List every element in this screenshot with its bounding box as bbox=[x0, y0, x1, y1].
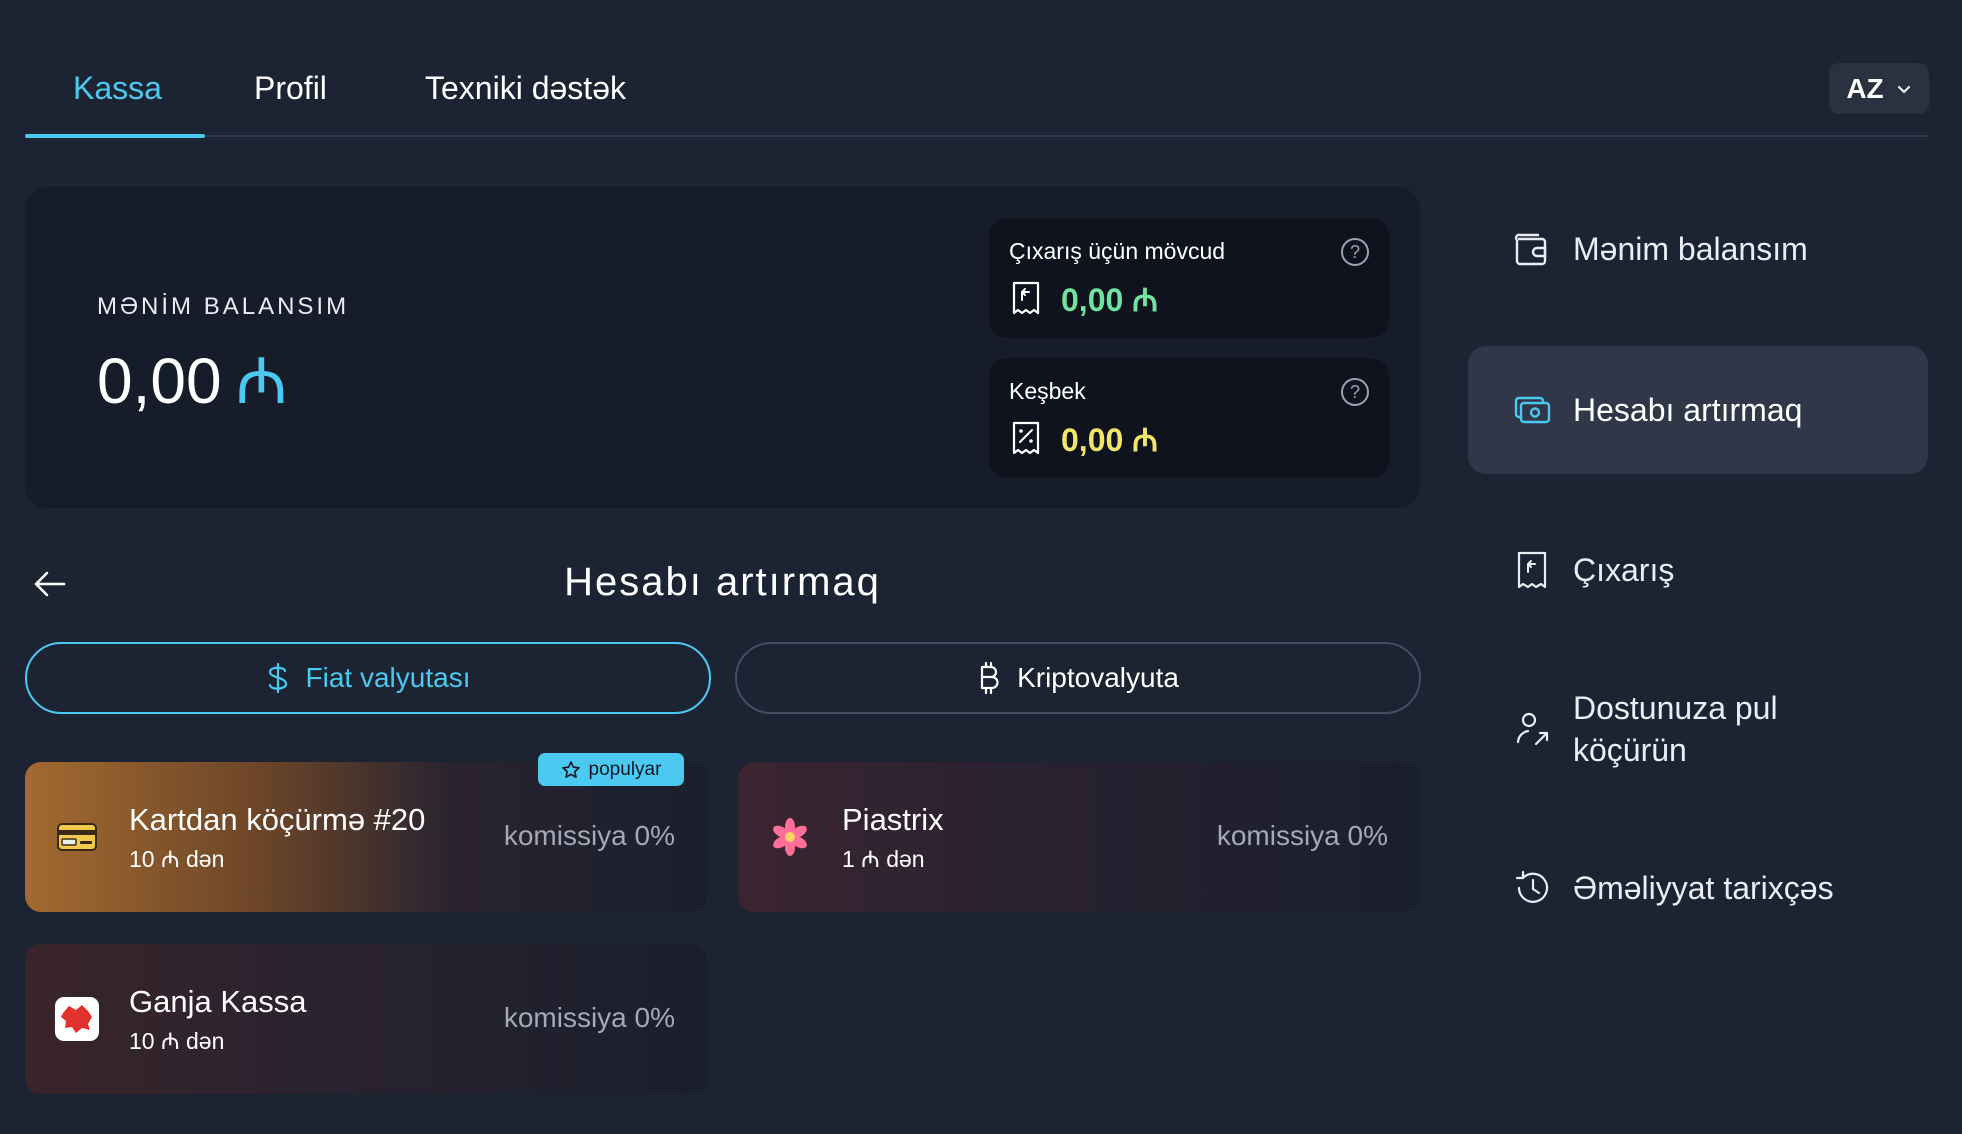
tab-kassa[interactable]: Kassa bbox=[73, 70, 162, 107]
card-icon bbox=[57, 823, 97, 851]
piastrix-logo-icon bbox=[773, 818, 807, 856]
payment-method-min: 1 ₼ dən bbox=[842, 846, 925, 872]
sidebar-item-history[interactable]: Əməliyyat tarixçəs bbox=[1468, 848, 1928, 928]
withdrawable-card: Çıxarış üçün mövcud ? 0,00 ₼ bbox=[989, 218, 1389, 338]
popular-badge: populyar bbox=[538, 753, 684, 786]
crypto-currency-button[interactable]: Kriptovalyuta bbox=[735, 642, 1421, 714]
sidebar-item-transfer[interactable]: Dostunuza pul köçürün bbox=[1468, 680, 1928, 780]
ganja-kassa-logo-icon bbox=[55, 997, 99, 1041]
cashback-label: Keşbek bbox=[1009, 378, 1086, 404]
payment-method-min: 10 ₼ dən bbox=[129, 846, 225, 872]
payment-method-name: Piastrix bbox=[842, 802, 944, 837]
fiat-currency-label: Fiat valyutası bbox=[305, 662, 471, 693]
balance-value: 0,00 ₼ bbox=[97, 335, 287, 422]
sidebar-item-withdraw[interactable]: Çıxarış bbox=[1468, 530, 1928, 610]
fiat-currency-button[interactable]: Fiat valyutası bbox=[25, 642, 711, 714]
star-icon bbox=[561, 760, 580, 778]
balance-label: MƏNİM BALANSIM bbox=[97, 293, 350, 320]
payment-method-name: Ganja Kassa bbox=[129, 984, 307, 1019]
percent-receipt-icon bbox=[1012, 421, 1040, 455]
cashback-value: 0,00 ₼ bbox=[1061, 422, 1159, 458]
payment-method-card-ganja-kassa[interactable]: Ganja Kassa 10 ₼ dən komissiya 0% bbox=[25, 944, 707, 1094]
payment-method-fee: komissiya 0% bbox=[503, 820, 675, 851]
sidebar-label-withdraw: Çıxarış bbox=[1573, 552, 1675, 588]
payment-method-card-piastrix[interactable]: Piastrix 1 ₼ dən komissiya 0% bbox=[738, 762, 1420, 912]
help-icon[interactable]: ? bbox=[1341, 238, 1369, 266]
tab-texniki-destek[interactable]: Texniki dəstək bbox=[425, 70, 626, 107]
sidebar-item-my-balance[interactable]: Mənim balansım bbox=[1468, 209, 1928, 289]
cash-icon bbox=[1514, 396, 1551, 424]
sidebar-label-transfer: Dostunuza pul köçürün bbox=[1573, 690, 1778, 768]
payment-method-fee: komissiya 0% bbox=[503, 1002, 675, 1033]
dollar-icon bbox=[268, 662, 287, 694]
payment-method-name: Kartdan köçürmə #20 bbox=[129, 802, 426, 837]
receipt-icon bbox=[1517, 551, 1547, 589]
cashback-card: Keşbek ? 0,00 ₼ bbox=[989, 358, 1389, 478]
balance-amount: 0,00 bbox=[97, 345, 222, 417]
popular-badge-label: populyar bbox=[588, 758, 662, 780]
sidebar-label-history: Əməliyyat tarixçəs bbox=[1573, 870, 1834, 906]
chevron-down-icon bbox=[1897, 85, 1910, 93]
tab-profil-label: Profil bbox=[254, 70, 327, 106]
tab-kassa-label: Kassa bbox=[73, 70, 162, 106]
crypto-currency-label: Kriptovalyuta bbox=[1017, 662, 1179, 693]
active-tab-indicator bbox=[25, 134, 205, 138]
language-label: AZ bbox=[1846, 72, 1884, 104]
sidebar-label-top-up: Hesabı artırmaq bbox=[1573, 392, 1803, 428]
payment-method-fee: komissiya 0% bbox=[1216, 820, 1388, 851]
sidebar-item-top-up[interactable]: Hesabı artırmaq bbox=[1468, 346, 1928, 474]
tab-profil[interactable]: Profil bbox=[254, 70, 327, 107]
top-nav: Kassa Profil Texniki dəstək AZ bbox=[25, 0, 1929, 138]
section-title: Hesabı artırmaq bbox=[564, 560, 881, 604]
history-icon bbox=[1515, 870, 1549, 903]
receipt-icon bbox=[1012, 281, 1040, 315]
wallet-icon bbox=[1514, 233, 1547, 266]
language-selector[interactable]: AZ bbox=[1829, 63, 1929, 114]
sidebar-label-my-balance: Mənim balansım bbox=[1573, 231, 1808, 267]
payment-method-card-transfer[interactable]: Kartdan köçürmə #20 10 ₼ dən komissiya 0… bbox=[25, 753, 707, 912]
help-icon[interactable]: ? bbox=[1341, 378, 1369, 406]
user-transfer-icon bbox=[1516, 712, 1549, 746]
tab-texniki-destek-label: Texniki dəstək bbox=[425, 70, 626, 106]
balance-card: MƏNİM BALANSIM 0,00 ₼ Çıxarış üçün mövcud… bbox=[25, 187, 1420, 508]
withdrawable-label: Çıxarış üçün mövcud bbox=[1009, 238, 1226, 264]
balance-currency: ₼ bbox=[235, 345, 288, 417]
payment-method-min: 10 ₼ dən bbox=[129, 1028, 225, 1054]
bitcoin-icon bbox=[980, 661, 999, 695]
withdrawable-value: 0,00 ₼ bbox=[1061, 282, 1159, 318]
